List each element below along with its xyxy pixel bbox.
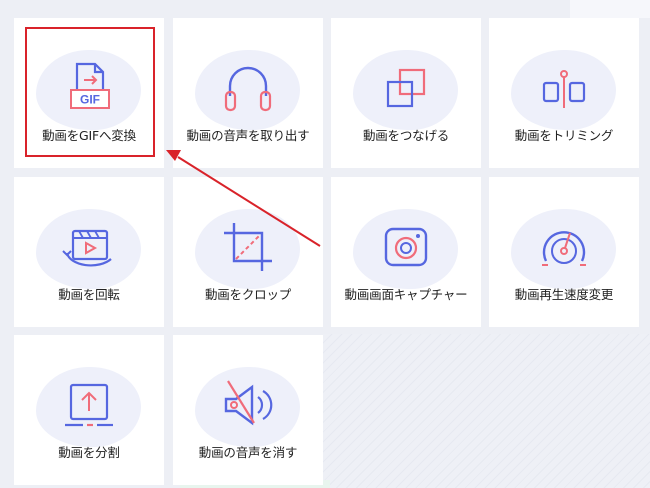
tool-label: 動画を分割 bbox=[58, 445, 120, 460]
crop-icon bbox=[224, 223, 272, 271]
tool-label: 動画をトリミング bbox=[514, 128, 614, 143]
tool-label: 動画の音声を消す bbox=[198, 445, 298, 460]
tool-split[interactable]: 動画を分割 bbox=[14, 335, 164, 485]
split-icon bbox=[65, 383, 113, 427]
tool-crop[interactable]: 動画をクロップ bbox=[173, 177, 323, 327]
tool-extract-audio[interactable]: 動画の音声を取り出す bbox=[173, 18, 323, 168]
tool-trim[interactable]: 動画をトリミング bbox=[489, 18, 639, 168]
tool-label: 動画再生速度変更 bbox=[514, 287, 614, 302]
tool-merge[interactable]: 動画をつなげる bbox=[331, 18, 481, 168]
background-corner bbox=[570, 0, 650, 18]
speed-icon bbox=[542, 231, 586, 266]
mute-icon bbox=[224, 380, 273, 426]
tool-label: 動画を回転 bbox=[58, 287, 120, 302]
tool-mute-audio[interactable]: 動画の音声を消す bbox=[173, 335, 323, 485]
tool-label: 動画をGIFへ変換 bbox=[42, 128, 136, 143]
empty-grid-area bbox=[323, 334, 650, 488]
gif-convert-icon: GIF bbox=[70, 62, 110, 109]
rotate-icon bbox=[62, 229, 112, 267]
tool-playback-speed[interactable]: 動画再生速度変更 bbox=[489, 177, 639, 327]
merge-icon bbox=[386, 68, 426, 108]
gif-badge-text: GIF bbox=[80, 93, 100, 107]
tool-gif-convert[interactable]: GIF 動画をGIFへ変換 bbox=[14, 18, 164, 168]
tool-label: 動画画面キャプチャー bbox=[344, 287, 468, 302]
tool-label: 動画の音声を取り出す bbox=[186, 128, 310, 143]
camera-icon bbox=[384, 227, 428, 267]
tool-label: 動画をつなげる bbox=[362, 128, 450, 143]
headphones-icon bbox=[224, 66, 272, 112]
trim-icon bbox=[542, 70, 586, 108]
tool-label: 動画をクロップ bbox=[204, 287, 292, 302]
tool-rotate[interactable]: 動画を回転 bbox=[14, 177, 164, 327]
tool-screen-capture[interactable]: 動画画面キャプチャー bbox=[331, 177, 481, 327]
